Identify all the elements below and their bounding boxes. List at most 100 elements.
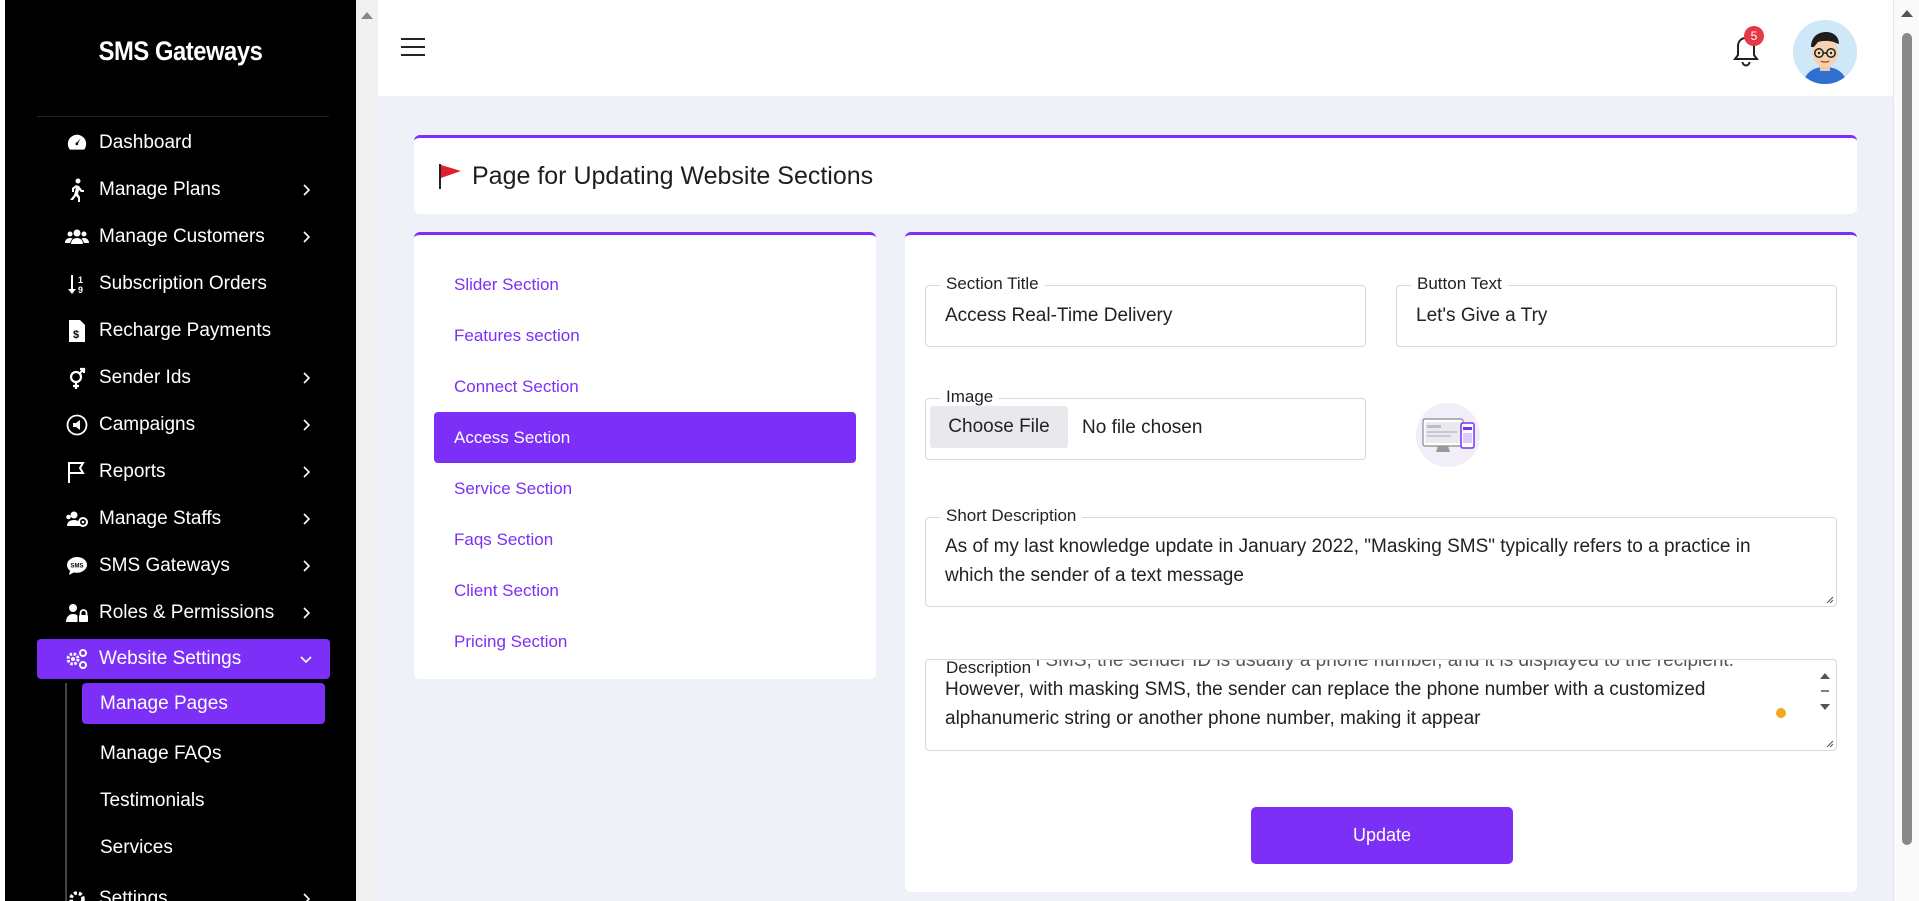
sidebar-item-label: Manage Staffs [99, 507, 222, 529]
svg-text:$: $ [73, 329, 79, 341]
section-title-field[interactable]: Section Title Access Real-Time Delivery [925, 274, 1366, 347]
chevron-right-icon [303, 465, 311, 478]
flag-outline-icon [65, 460, 89, 484]
sidebar-item-label: Recharge Payments [99, 319, 272, 341]
description-value: However, with masking SMS, the sender ca… [945, 679, 1706, 729]
svg-text:9: 9 [78, 285, 83, 295]
sidebar-item-label: SMS Gateways [99, 554, 230, 576]
textarea-scroll-arrows-icon[interactable] [1818, 668, 1832, 716]
sidebar-item-label: Dashboard [99, 131, 192, 153]
section-tabs-card: Slider Section Features section Connect … [414, 232, 876, 679]
user-lock-icon [65, 601, 89, 625]
short-description-field[interactable]: Short Description As of my last knowledg… [925, 506, 1837, 607]
walking-person-icon [65, 178, 89, 202]
section-form-card: Section Title Access Real-Time Delivery … [905, 232, 1857, 892]
sidebar-item-website-settings[interactable]: Website Settings [37, 639, 330, 679]
notification-badge: 5 [1744, 26, 1764, 46]
tab-pricing-section[interactable]: Pricing Section [434, 616, 856, 667]
users-icon [65, 225, 89, 249]
sidebar-subitem-manage-faqs[interactable]: Manage FAQs [82, 730, 330, 777]
chevron-right-icon [303, 559, 311, 572]
description-label: Description [940, 660, 1038, 678]
sidebar-item-recharge-payments[interactable]: $ Recharge Payments [37, 307, 330, 354]
tab-slider-section[interactable]: Slider Section [434, 259, 856, 310]
button-text-field[interactable]: Button Text Let's Give a Try [1396, 274, 1837, 347]
sidebar-subitem-manage-pages[interactable]: Manage Pages [82, 683, 325, 724]
tab-access-section[interactable]: Access Section [434, 412, 856, 463]
tab-connect-section[interactable]: Connect Section [434, 361, 856, 412]
sidebar-item-label: Roles & Permissions [99, 601, 275, 623]
resize-handle-icon[interactable] [1824, 738, 1834, 748]
chevron-right-icon [303, 418, 311, 431]
gender-icon [65, 366, 89, 390]
button-text-label: Button Text [1411, 274, 1508, 294]
sidebar-nav: Dashboard Manage Plans Manage Customers … [37, 119, 330, 901]
sidebar-subitem-services[interactable]: Services [82, 824, 330, 871]
top-bar: 5 [378, 0, 1893, 97]
chevron-right-icon [303, 606, 311, 619]
sidebar-item-dashboard[interactable]: Dashboard [37, 119, 330, 166]
gear-icon [65, 887, 89, 901]
sidebar-item-subscription-orders[interactable]: 19 Subscription Orders [37, 260, 330, 307]
sidebar-item-label: Website Settings [99, 648, 242, 669]
sidebar-item-label: Sender Ids [99, 366, 191, 388]
short-description-label: Short Description [940, 506, 1083, 526]
sidebar-item-label: Subscription Orders [99, 272, 267, 294]
main-content: Page for Updating Website Sections Slide… [378, 97, 1893, 901]
sidebar-item-label: Manage Customers [99, 225, 265, 247]
campaign-icon [65, 413, 89, 437]
brand-logo[interactable]: SMS Gateways [26, 0, 335, 103]
choose-file-button[interactable]: Choose File [930, 406, 1068, 448]
sidebar-item-label: Campaigns [99, 413, 196, 435]
page-scrollbar[interactable] [1893, 0, 1919, 901]
tab-features-section[interactable]: Features section [434, 310, 856, 361]
website-settings-submenu: Manage Pages Manage FAQs Testimonials Se… [65, 683, 330, 901]
sidebar-subitem-testimonials[interactable]: Testimonials [82, 777, 330, 824]
scroll-up-arrow-icon[interactable] [361, 12, 373, 19]
red-flag-icon [439, 164, 461, 189]
sidebar-item-manage-customers[interactable]: Manage Customers [37, 213, 330, 260]
avatar[interactable] [1793, 20, 1857, 84]
sidebar-item-label: Settings [99, 887, 168, 901]
chevron-right-icon [303, 183, 311, 196]
section-title-label: Section Title [940, 274, 1045, 294]
invoice-dollar-icon: $ [65, 319, 89, 343]
sidebar-item-manage-staffs[interactable]: Manage Staffs [37, 495, 330, 542]
page-title: Page for Updating Website Sections [472, 161, 874, 190]
brand-divider [37, 116, 329, 117]
chevron-right-icon [303, 371, 311, 384]
sidebar-item-manage-plans[interactable]: Manage Plans [37, 166, 330, 213]
gears-icon [65, 647, 89, 671]
sidebar-item-settings[interactable]: Settings [37, 875, 330, 901]
tab-service-section[interactable]: Service Section [434, 463, 856, 514]
sidebar-item-label: Reports [99, 460, 166, 482]
chevron-right-icon [303, 230, 311, 243]
sidebar-item-sender-ids[interactable]: Sender Ids [37, 354, 330, 401]
sidebar-item-roles-permissions[interactable]: Roles & Permissions [37, 589, 330, 636]
chevron-down-icon [300, 656, 312, 664]
description-field[interactable]: In standard SMS, the sender ID is usuall… [925, 659, 1837, 751]
tab-faqs-section[interactable]: Faqs Section [434, 514, 856, 565]
status-dot [1776, 708, 1786, 718]
sidebar-item-reports[interactable]: Reports [37, 448, 330, 495]
image-preview [1416, 403, 1480, 467]
update-button[interactable]: Update [1251, 807, 1513, 864]
menu-toggle-icon[interactable] [401, 38, 425, 58]
sidebar-scrollbar[interactable] [356, 0, 378, 901]
short-description-value: As of my last knowledge update in Januar… [945, 536, 1751, 586]
button-text-value: Let's Give a Try [1416, 305, 1548, 326]
image-label: Image [940, 387, 1000, 407]
resize-handle-icon[interactable] [1824, 594, 1834, 604]
gauge-icon [65, 131, 89, 155]
sidebar-item-sms-gateways[interactable]: SMS SMS Gateways [37, 542, 330, 589]
svg-text:1: 1 [78, 275, 83, 285]
sms-bubble-icon: SMS [65, 554, 89, 578]
sidebar-item-campaigns[interactable]: Campaigns [37, 401, 330, 448]
chevron-right-icon [303, 512, 311, 525]
section-title-value: Access Real-Time Delivery [945, 305, 1173, 326]
scrollbar-thumb[interactable] [1902, 33, 1912, 845]
sidebar: SMS Gateways Dashboard Manage Plans Mana… [5, 0, 356, 901]
scroll-up-arrow-icon[interactable] [1901, 10, 1913, 17]
sort-arrows-icon: 19 [65, 272, 89, 296]
tab-client-section[interactable]: Client Section [434, 565, 856, 616]
